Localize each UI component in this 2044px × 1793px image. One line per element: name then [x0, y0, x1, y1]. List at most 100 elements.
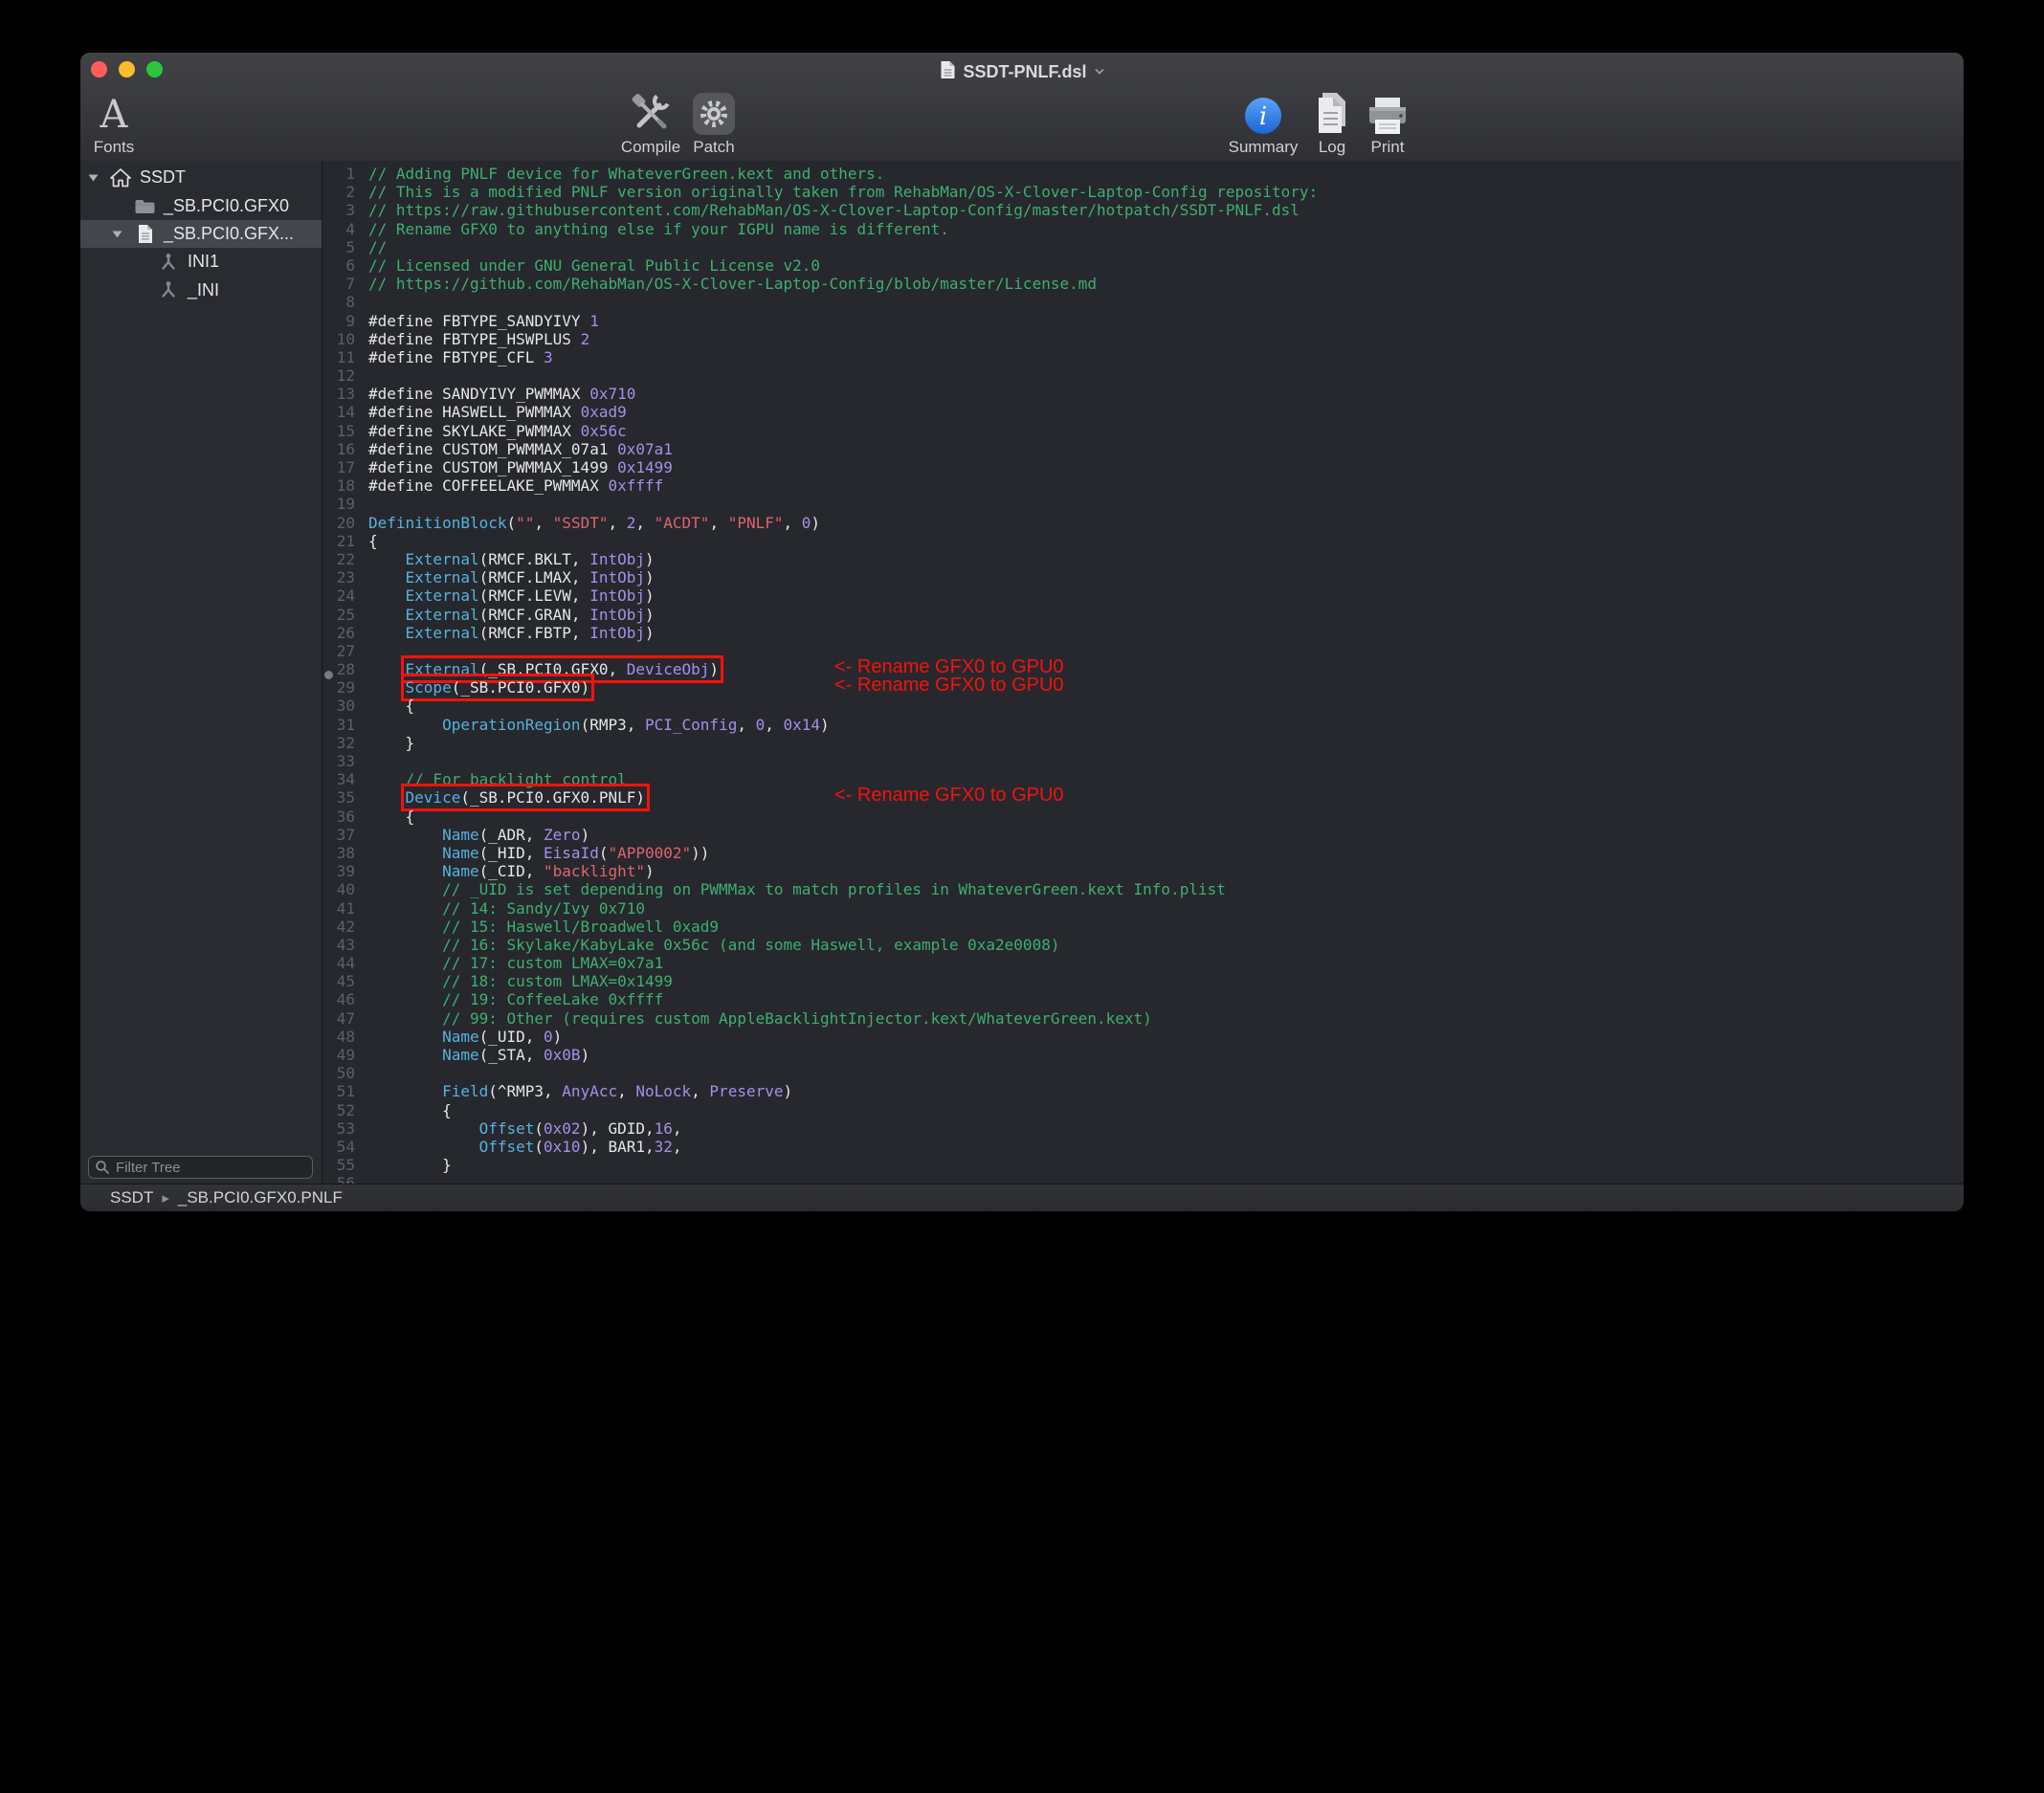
code-line[interactable]: 11#define FBTYPE_CFL 3: [322, 348, 1964, 366]
code-line[interactable]: 28 External(_SB.PCI0.GFX0, DeviceObj)<- …: [322, 660, 1964, 678]
line-number: 49: [322, 1046, 355, 1064]
line-number: 30: [322, 697, 355, 715]
code-line[interactable]: 46 // 19: CoffeeLake 0xffff: [322, 990, 1964, 1008]
line-number: 5: [322, 238, 355, 256]
code-line[interactable]: 16#define CUSTOM_PWMMAX_07a1 0x07a1: [322, 440, 1964, 458]
code-line[interactable]: 15#define SKYLAKE_PWMMAX 0x56c: [322, 422, 1964, 440]
code-line[interactable]: 51 Field(^RMP3, AnyAcc, NoLock, Preserve…: [322, 1082, 1964, 1100]
title-document-icon: [939, 60, 955, 84]
code-line[interactable]: 9#define FBTYPE_SANDYIVY 1: [322, 312, 1964, 330]
code-line[interactable]: 30 {: [322, 697, 1964, 715]
code-line[interactable]: 40 // _UID is set depending on PWMMax to…: [322, 880, 1964, 898]
code-text: Offset(0x10), BAR1,32,: [368, 1138, 682, 1156]
code-text: Name(_CID, "backlight"): [368, 862, 655, 880]
code-line[interactable]: 23 External(RMCF.LMAX, IntObj): [322, 568, 1964, 587]
close-button[interactable]: [91, 61, 107, 77]
code-text: Scope(_SB.PCI0.GFX0): [368, 678, 589, 697]
code-text: {: [368, 697, 414, 715]
line-number: 55: [322, 1156, 355, 1174]
code-line[interactable]: 39 Name(_CID, "backlight"): [322, 862, 1964, 880]
code-line[interactable]: 36 {: [322, 808, 1964, 826]
code-line[interactable]: 7// https://github.com/RehabMan/OS-X-Clo…: [322, 275, 1964, 293]
code-line[interactable]: 52 {: [322, 1101, 1964, 1119]
fonts-icon: A: [100, 90, 128, 136]
code-line[interactable]: 18#define COFFEELAKE_PWMMAX 0xffff: [322, 476, 1964, 495]
code-line[interactable]: 2// This is a modified PNLF version orig…: [322, 183, 1964, 201]
code-line[interactable]: 48 Name(_UID, 0): [322, 1028, 1964, 1046]
code-line[interactable]: 14#define HASWELL_PWMMAX 0xad9: [322, 403, 1964, 421]
code-line[interactable]: 34 // For backlight control: [322, 770, 1964, 788]
code-line[interactable]: 3// https://raw.githubusercontent.com/Re…: [322, 201, 1964, 219]
code-line[interactable]: 38 Name(_HID, EisaId("APP0002")): [322, 844, 1964, 862]
toolbar-patch-button[interactable]: Patch: [680, 87, 747, 156]
code-line[interactable]: 22 External(RMCF.BKLT, IntObj): [322, 550, 1964, 568]
code-text: Name(_ADR, Zero): [368, 826, 589, 844]
toolbar-fonts-button[interactable]: A Fonts: [80, 87, 147, 156]
tree-label: SSDT: [140, 167, 186, 188]
minimize-button[interactable]: [119, 61, 135, 77]
disclosure-triangle[interactable]: [110, 230, 132, 238]
print-icon: [1366, 90, 1410, 136]
sidebar-item-ini[interactable]: _INI: [80, 277, 322, 304]
code-line[interactable]: 49 Name(_STA, 0x0B): [322, 1046, 1964, 1064]
sidebar-item-sb-pci0-gfx0-pnlf[interactable]: _SB.PCI0.GFX...: [80, 220, 322, 248]
code-line[interactable]: 12: [322, 366, 1964, 385]
breadcrumb-leaf[interactable]: _SB.PCI0.GFX0.PNLF: [178, 1188, 343, 1207]
filter-tree-input[interactable]: [88, 1156, 313, 1179]
window-title-group[interactable]: SSDT-PNLF.dsl: [939, 59, 1104, 84]
code-line[interactable]: 4// Rename GFX0 to anything else if your…: [322, 220, 1964, 238]
code-line[interactable]: 53 Offset(0x02), GDID,16,: [322, 1119, 1964, 1138]
titlebar[interactable]: SSDT-PNLF.dsl A Fonts: [80, 53, 1964, 162]
folder-icon: [132, 198, 157, 214]
breadcrumb-root[interactable]: SSDT: [110, 1188, 153, 1207]
code-line[interactable]: 19: [322, 495, 1964, 513]
code-editor[interactable]: 1// Adding PNLF device for WhateverGreen…: [322, 161, 1964, 1184]
code-line[interactable]: 29 Scope(_SB.PCI0.GFX0)<- Rename GFX0 to…: [322, 678, 1964, 697]
toolbar-summary-button[interactable]: i Summary: [1225, 87, 1301, 156]
toolbar-print-button[interactable]: Print: [1354, 87, 1421, 156]
code-text: #define SKYLAKE_PWMMAX 0x56c: [368, 422, 627, 440]
code-line[interactable]: 8: [322, 293, 1964, 311]
code-line[interactable]: 55 }: [322, 1156, 1964, 1174]
code-line[interactable]: 42 // 15: Haswell/Broadwell 0xad9: [322, 918, 1964, 936]
code-line[interactable]: 47 // 99: Other (requires custom AppleBa…: [322, 1009, 1964, 1028]
code-line[interactable]: 35 Device(_SB.PCI0.GFX0.PNLF)<- Rename G…: [322, 788, 1964, 807]
code-line[interactable]: 6// Licensed under GNU General Public Li…: [322, 256, 1964, 275]
sidebar-item-sb-pci0-gfx0[interactable]: _SB.PCI0.GFX0: [80, 191, 322, 219]
code-text: #define CUSTOM_PWMMAX_1499 0x1499: [368, 458, 673, 476]
line-number: 41: [322, 899, 355, 918]
code-line[interactable]: 26 External(RMCF.FBTP, IntObj): [322, 624, 1964, 642]
code-line[interactable]: 31 OperationRegion(RMP3, PCI_Config, 0, …: [322, 716, 1964, 734]
code-line[interactable]: 13#define SANDYIVY_PWMMAX 0x710: [322, 385, 1964, 403]
line-number: 23: [322, 568, 355, 587]
sidebar-item-ini1[interactable]: INI1: [80, 248, 322, 276]
line-number: 34: [322, 770, 355, 788]
code-line[interactable]: 33: [322, 752, 1964, 770]
zoom-button[interactable]: [146, 61, 163, 77]
code-line[interactable]: 17#define CUSTOM_PWMMAX_1499 0x1499: [322, 458, 1964, 476]
code-line[interactable]: 5//: [322, 238, 1964, 256]
code-line[interactable]: 1// Adding PNLF device for WhateverGreen…: [322, 165, 1964, 183]
code-line[interactable]: 21{: [322, 532, 1964, 550]
code-line[interactable]: 43 // 16: Skylake/KabyLake 0x56c (and so…: [322, 936, 1964, 954]
code-line[interactable]: 25 External(RMCF.GRAN, IntObj): [322, 606, 1964, 624]
code-line[interactable]: 24 External(RMCF.LEVW, IntObj): [322, 587, 1964, 605]
code-line[interactable]: 27: [322, 642, 1964, 660]
code-text: {: [368, 808, 414, 826]
filter-tree-field[interactable]: [88, 1156, 313, 1179]
code-line[interactable]: 32 }: [322, 734, 1964, 752]
code-line[interactable]: 37 Name(_ADR, Zero): [322, 826, 1964, 844]
code-line[interactable]: 45 // 18: custom LMAX=0x1499: [322, 972, 1964, 990]
code-line[interactable]: 50: [322, 1064, 1964, 1082]
code-text: #define FBTYPE_HSWPLUS 2: [368, 330, 589, 348]
code-line[interactable]: 20DefinitionBlock("", "SSDT", 2, "ACDT",…: [322, 514, 1964, 532]
toolbar-compile-button[interactable]: Compile: [617, 87, 684, 156]
sidebar-item-ssdt[interactable]: SSDT: [80, 164, 322, 191]
code-line[interactable]: 44 // 17: custom LMAX=0x7a1: [322, 954, 1964, 972]
code-text: #define FBTYPE_SANDYIVY 1: [368, 312, 599, 330]
code-line[interactable]: 10#define FBTYPE_HSWPLUS 2: [322, 330, 1964, 348]
code-line[interactable]: 54 Offset(0x10), BAR1,32,: [322, 1138, 1964, 1156]
disclosure-triangle[interactable]: [86, 173, 108, 182]
acpi-tree: SSDT _SB.PCI0.GFX0: [80, 161, 322, 304]
code-line[interactable]: 41 // 14: Sandy/Ivy 0x710: [322, 899, 1964, 918]
